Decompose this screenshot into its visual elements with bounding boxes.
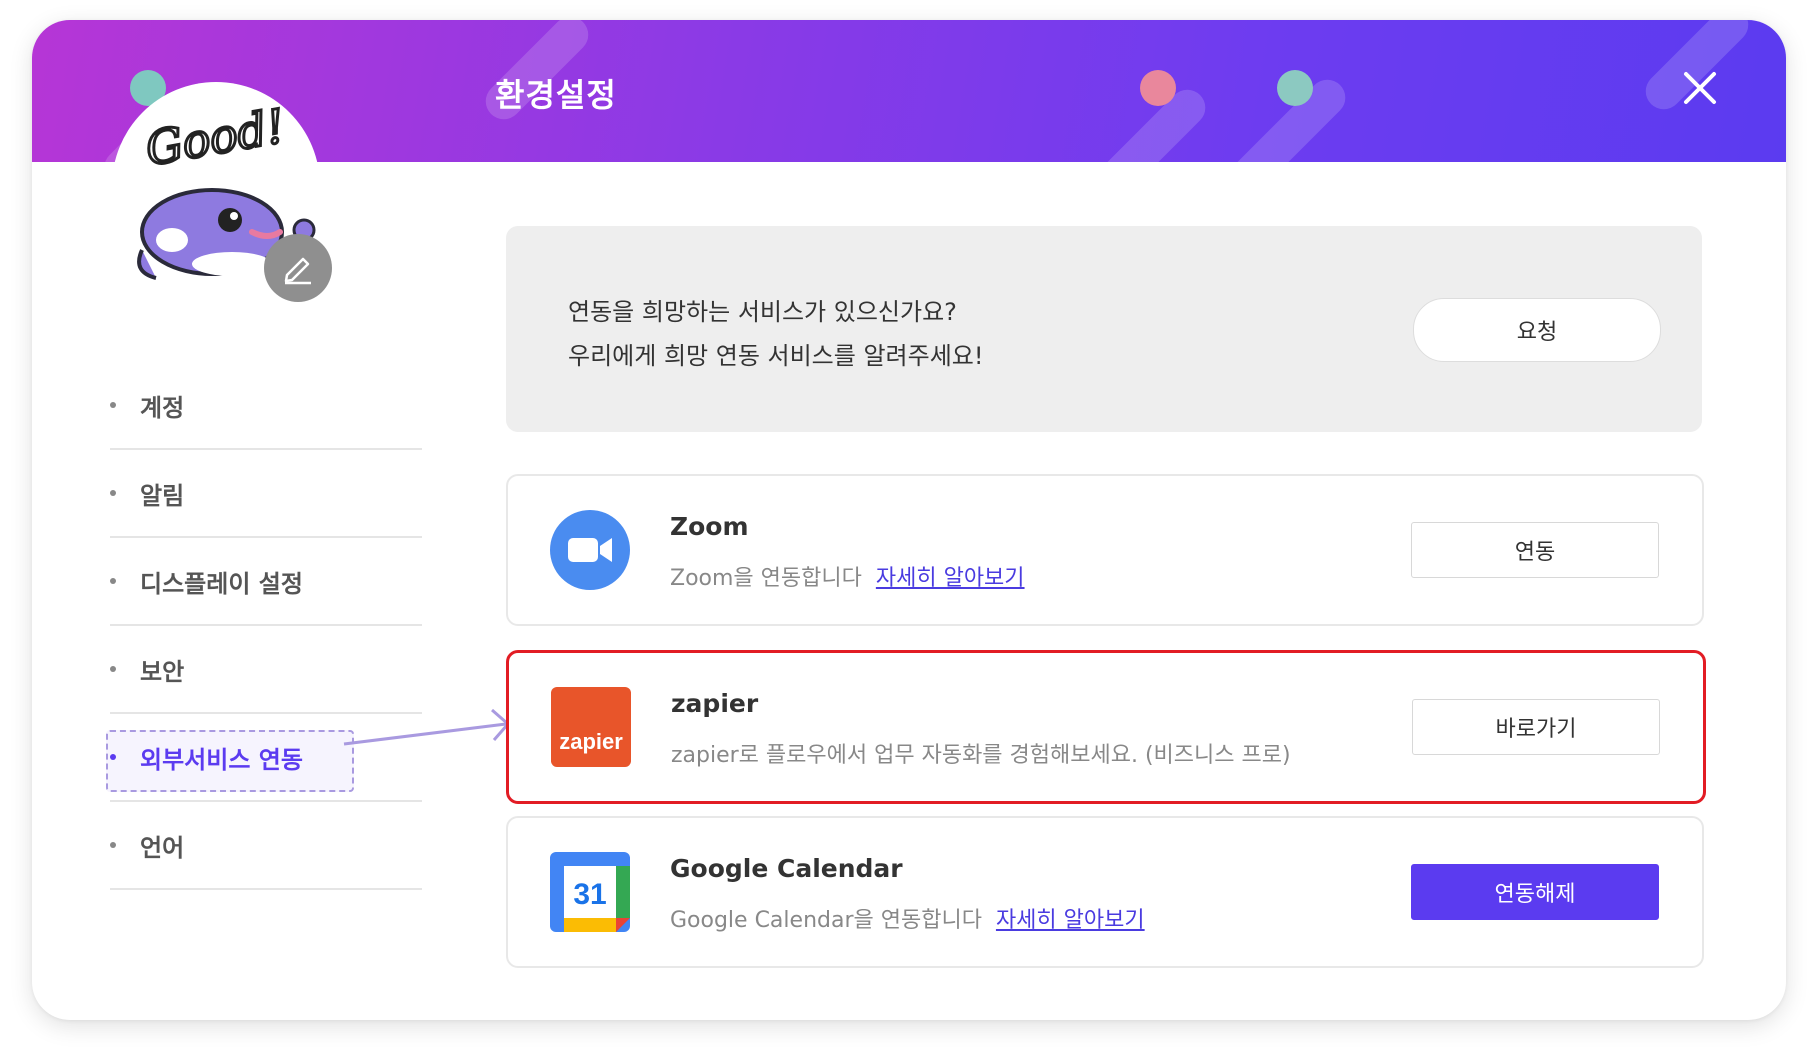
request-service-panel: 연동을 희망하는 서비스가 있으신가요? 우리에게 희망 연동 서비스를 알려주… xyxy=(506,226,1702,432)
bullet-icon xyxy=(110,402,116,408)
pencil-icon xyxy=(284,257,311,285)
sidebar-item-language[interactable]: 언어 xyxy=(110,802,422,890)
sidebar-item-label: 알림 xyxy=(140,481,185,510)
service-description-text: Google Calendar을 연동합니다 xyxy=(670,908,982,933)
request-message: 연동을 희망하는 서비스가 있으신가요? 우리에게 희망 연동 서비스를 알려주… xyxy=(568,290,984,378)
close-icon xyxy=(1684,72,1716,104)
service-description-text: Zoom을 연동합니다 xyxy=(670,566,862,591)
sticker-text: Good! xyxy=(142,99,289,177)
sidebar-item-display-settings[interactable]: 디스플레이 설정 xyxy=(110,538,422,626)
pointer-arrow-icon xyxy=(343,708,511,746)
disconnect-button[interactable]: 연동해제 xyxy=(1411,864,1659,920)
service-description: zapier로 플로우에서 업무 자동화를 경험해보세요. (비즈니스 프로) xyxy=(671,743,1291,768)
service-name: zapier xyxy=(671,689,759,718)
request-line-1: 연동을 희망하는 서비스가 있으신가요? xyxy=(568,298,957,326)
request-line-2: 우리에게 희망 연동 서비스를 알려주세요! xyxy=(568,342,984,370)
sidebar-item-label: 디스플레이 설정 xyxy=(140,569,303,598)
service-card-google-calendar: 31 Google Calendar Google Calendar을 연동합니… xyxy=(506,816,1704,968)
bullet-icon xyxy=(110,666,116,672)
sidebar-menu: 계정 알림 디스플레이 설정 보안 외부서비스 연동 언어 xyxy=(106,362,422,890)
google-calendar-icon: 31 xyxy=(550,852,630,932)
bullet-icon xyxy=(110,842,116,848)
sidebar-item-label: 외부서비스 연동 xyxy=(140,745,303,774)
close-button[interactable] xyxy=(1682,70,1718,106)
bullet-icon xyxy=(110,754,116,760)
service-card-zapier: zapier zapier zapier로 플로우에서 업무 자동화를 경험해보… xyxy=(506,650,1706,804)
service-name: Google Calendar xyxy=(670,854,903,883)
service-description: Zoom을 연동합니다 자세히 알아보기 xyxy=(670,560,1025,592)
learn-more-link[interactable]: 자세히 알아보기 xyxy=(996,908,1145,933)
connect-button[interactable]: 연동 xyxy=(1411,522,1659,578)
sidebar-item-label: 계정 xyxy=(140,393,185,422)
service-name: Zoom xyxy=(670,512,749,541)
learn-more-link[interactable]: 자세히 알아보기 xyxy=(876,566,1025,591)
service-card-zoom: Zoom Zoom을 연동합니다 자세히 알아보기 연동 xyxy=(506,474,1704,626)
sidebar-item-label: 언어 xyxy=(140,833,185,862)
sidebar-item-account[interactable]: 계정 xyxy=(110,362,422,450)
service-description: Google Calendar을 연동합니다 자세히 알아보기 xyxy=(670,902,1145,934)
zoom-icon xyxy=(550,510,630,590)
go-to-button[interactable]: 바로가기 xyxy=(1412,699,1660,755)
dialog-title: 환경설정 xyxy=(495,76,617,114)
edit-avatar-button[interactable] xyxy=(264,234,332,302)
zapier-logo-text: zapier xyxy=(559,729,623,754)
calendar-day-text: 31 xyxy=(573,878,606,911)
request-button[interactable]: 요청 xyxy=(1413,298,1661,362)
sidebar-item-label: 보안 xyxy=(140,657,185,686)
bullet-icon xyxy=(110,490,116,496)
zapier-icon: zapier xyxy=(551,687,631,767)
bullet-icon xyxy=(110,578,116,584)
sidebar-item-notifications[interactable]: 알림 xyxy=(110,450,422,538)
